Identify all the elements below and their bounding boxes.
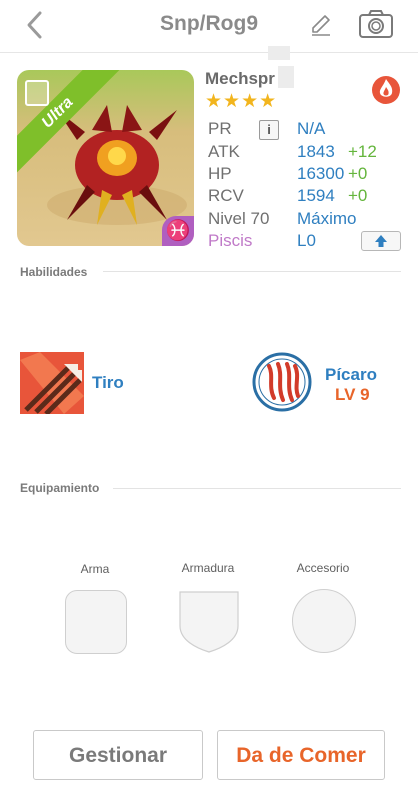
zodiac-value: L0 xyxy=(297,231,316,250)
leader-skill-level: LV 9 xyxy=(335,385,370,404)
rcv-plus: +0 xyxy=(348,186,368,205)
monster-name: Mechspr xyxy=(205,69,275,88)
skills-divider xyxy=(103,271,401,272)
shield-icon xyxy=(179,591,239,653)
weapon-slot-label: Arma xyxy=(80,562,110,576)
pr-value: N/A xyxy=(297,119,326,138)
camera-icon xyxy=(359,10,393,38)
arrow-up-icon xyxy=(375,235,387,247)
edit-button[interactable] xyxy=(308,12,334,38)
active-skill-icon[interactable] xyxy=(20,352,84,414)
card-type-icon xyxy=(25,80,49,106)
rcv-label: RCV xyxy=(208,186,244,205)
accessory-slot[interactable] xyxy=(292,589,356,653)
level-label: Nivel 70 xyxy=(208,209,270,228)
atk-label: ATK xyxy=(208,142,240,161)
pencil-icon xyxy=(312,15,330,36)
leader-skill-name[interactable]: Pícaro xyxy=(325,365,377,385)
fire-icon xyxy=(370,73,402,105)
rcv-value: 1594 xyxy=(297,186,335,205)
equipment-divider xyxy=(113,488,401,489)
armor-slot[interactable] xyxy=(178,588,240,654)
hp-value: 16300 xyxy=(297,164,345,183)
zodiac-badge: ♓ xyxy=(162,216,194,246)
camera-button[interactable] xyxy=(358,9,394,39)
accessory-slot-label: Accesorio xyxy=(296,561,350,575)
level-value: Máximo xyxy=(297,209,357,228)
active-skill-name[interactable]: Tiro xyxy=(92,373,124,393)
atk-value: 1843 xyxy=(297,142,335,161)
skills-section-title: Habilidades xyxy=(20,265,88,279)
arrows-icon xyxy=(20,352,84,414)
leader-skill-icon[interactable] xyxy=(252,352,312,412)
overlay-mask xyxy=(268,46,290,60)
star-rating: ★★★★ xyxy=(205,91,278,112)
zodiac-label: Piscis xyxy=(208,231,253,250)
armor-slot-label: Armadura xyxy=(181,561,235,575)
info-button[interactable]: i xyxy=(259,120,279,140)
weapon-slot[interactable] xyxy=(65,590,127,654)
hp-plus: +0 xyxy=(348,164,368,183)
monster-portrait[interactable]: Ultra ♓ xyxy=(17,70,194,246)
atk-plus: +12 xyxy=(348,142,377,161)
hp-label: HP xyxy=(208,164,232,183)
name-mask xyxy=(278,66,294,88)
claw-marks-icon xyxy=(252,352,312,412)
pr-label: PR xyxy=(208,119,232,138)
feed-button[interactable]: Da de Comer xyxy=(217,730,385,780)
page-title: Snp/Rog9 xyxy=(160,12,258,35)
equipment-section-title: Equipamiento xyxy=(20,481,100,495)
upgrade-button[interactable] xyxy=(361,231,401,251)
manage-button[interactable]: Gestionar xyxy=(33,730,203,780)
